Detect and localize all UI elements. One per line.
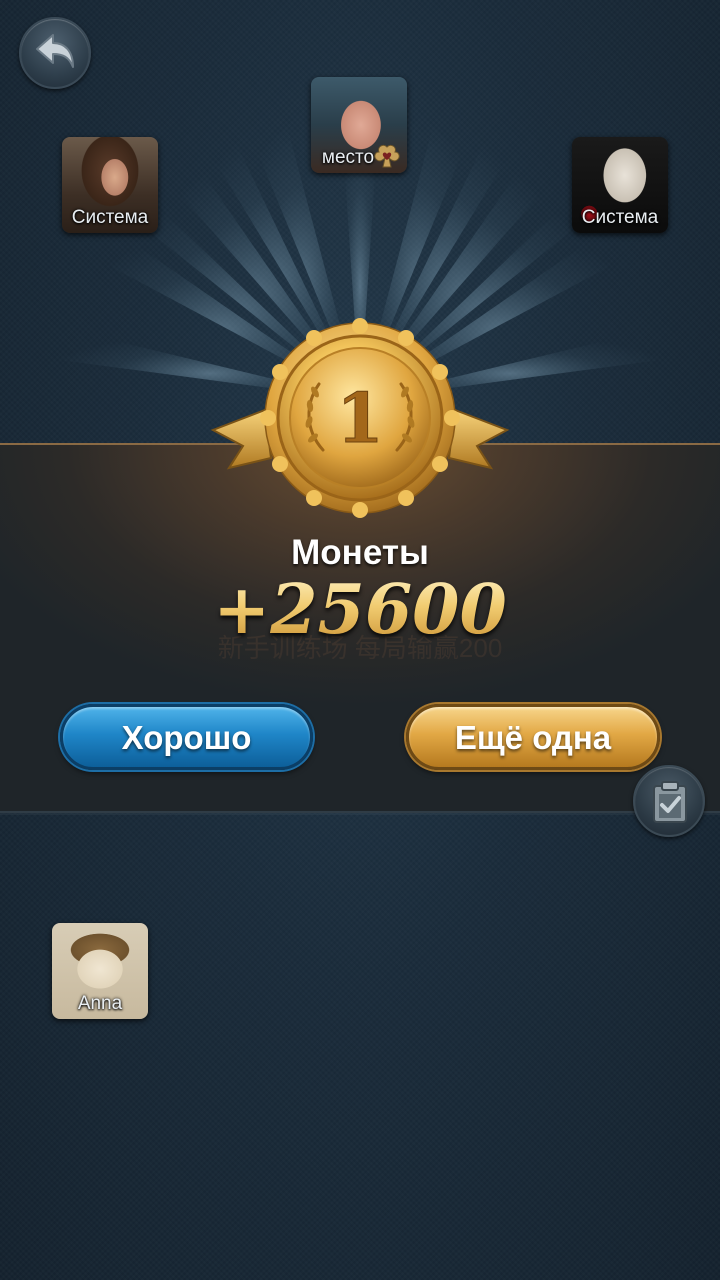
- play-again-button[interactable]: Ещё одна: [406, 704, 660, 770]
- player-name: Anna: [77, 993, 123, 1014]
- ok-button[interactable]: Хорошо: [60, 704, 313, 770]
- player-avatar-right[interactable]: Система: [572, 137, 668, 233]
- back-button[interactable]: [19, 17, 91, 89]
- heart-club-icon: [374, 144, 400, 168]
- reward-amount: +25600: [0, 570, 720, 650]
- back-arrow-icon: [36, 34, 74, 68]
- player-name: Система: [581, 207, 659, 228]
- gold-medal-icon: 1: [210, 318, 510, 518]
- task-list-button[interactable]: [633, 765, 705, 837]
- place-number: 1: [336, 379, 383, 459]
- player-avatar-bottom[interactable]: Anna: [52, 923, 148, 1019]
- game-result-screen: место Система Система 新手训练场 每局输赢200: [0, 0, 720, 1280]
- clipboard-check-icon: [653, 781, 687, 823]
- reward-title: Монеты: [291, 533, 429, 572]
- player-name: Система: [71, 207, 149, 228]
- player-avatar-left[interactable]: Система: [62, 137, 158, 233]
- player-avatar-top[interactable]: место: [311, 77, 407, 173]
